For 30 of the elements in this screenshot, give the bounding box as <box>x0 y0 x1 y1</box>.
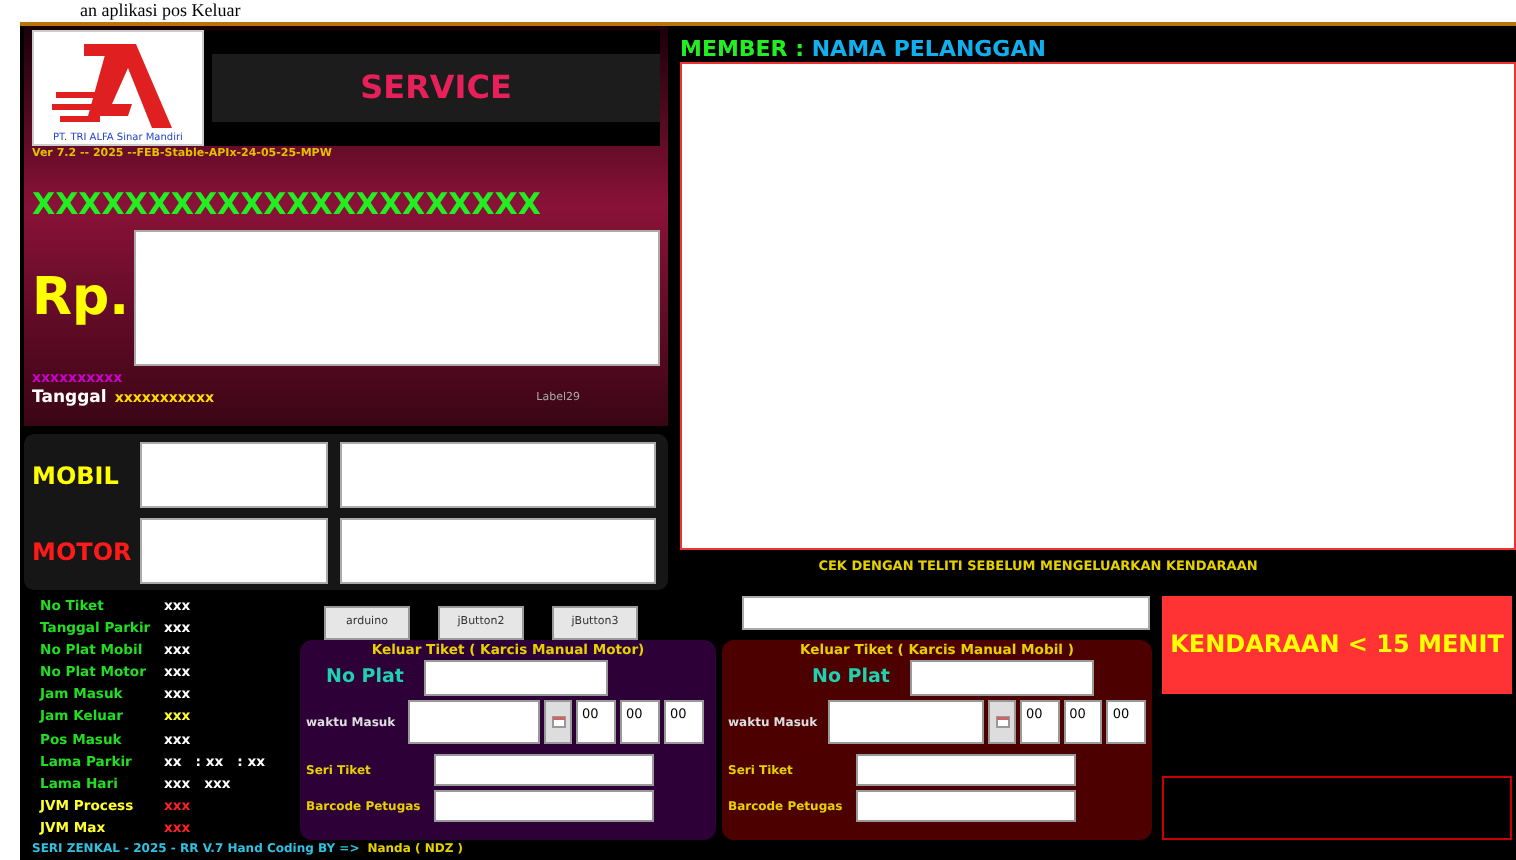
caption-text: an aplikasi pos Keluar <box>78 0 243 22</box>
currency-label: Rp. <box>32 265 132 331</box>
date-field[interactable] <box>827 700 985 744</box>
service-banner: SERVICE <box>212 54 660 122</box>
alert-banner: KENDARAAN < 15 MENIT <box>1162 596 1512 694</box>
amount-field[interactable] <box>133 230 660 366</box>
calendar-icon <box>995 716 1010 728</box>
serial-field[interactable] <box>856 754 1076 786</box>
date-label: Tanggal <box>32 388 107 408</box>
member-name: NAMA PELANGGAN <box>811 36 1046 62</box>
code-text: XXXXXXXXXXXXXXXXXXXXXX <box>32 186 543 222</box>
barcode-field[interactable] <box>856 790 1076 822</box>
plate-label: No Plat <box>326 663 404 692</box>
vehicle-label: MOTOR <box>32 535 128 569</box>
member-label: MEMBER : <box>680 36 807 62</box>
plate-label: No Plat <box>812 663 890 692</box>
vehicle-field[interactable] <box>340 518 656 584</box>
calendar-icon <box>551 716 565 728</box>
plate-field[interactable] <box>423 660 608 696</box>
serial-field[interactable] <box>434 754 654 786</box>
date-field[interactable] <box>408 700 540 744</box>
plate-field[interactable] <box>909 660 1094 696</box>
input-field[interactable] <box>742 596 1150 630</box>
vehicle-field[interactable] <box>340 442 656 508</box>
calendar-button[interactable] <box>988 700 1016 744</box>
vehicle-field[interactable] <box>140 442 328 508</box>
vehicle-label: MOBIL <box>32 459 121 493</box>
calendar-button[interactable] <box>544 700 572 744</box>
vehicle-field[interactable] <box>140 518 328 584</box>
barcode-field[interactable] <box>434 790 654 822</box>
